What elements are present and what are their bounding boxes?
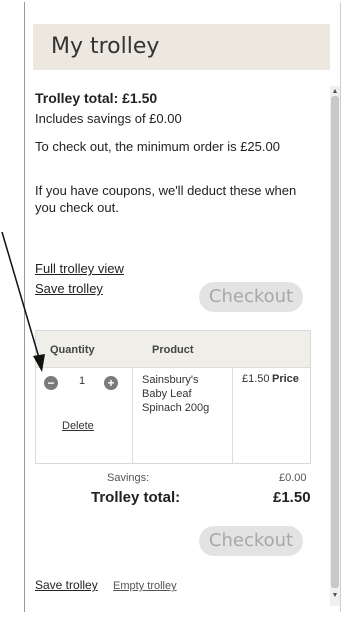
- annotation-arrow-icon: [1, 231, 45, 372]
